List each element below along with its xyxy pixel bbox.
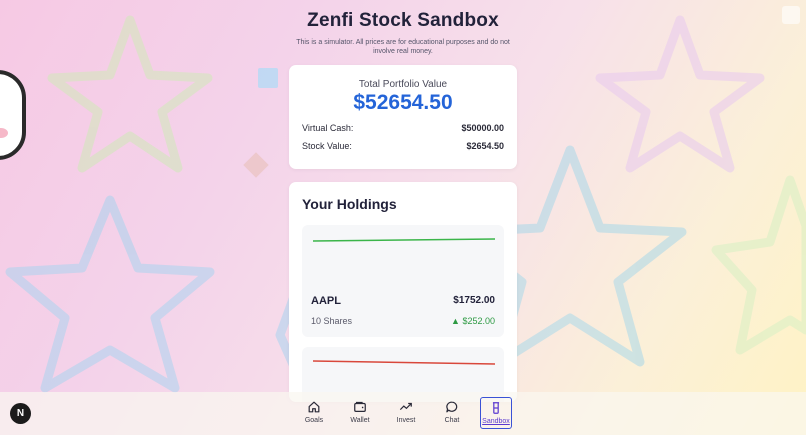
disclaimer-text: This is a simulator. All prices are for … bbox=[296, 39, 510, 55]
panda-mascot bbox=[0, 70, 26, 160]
virtual-cash-label: Virtual Cash: bbox=[302, 123, 354, 133]
nav-sandbox-label: Sandbox bbox=[482, 418, 510, 425]
nav-invest-label: Invest bbox=[396, 417, 416, 424]
stock-value-label: Stock Value: bbox=[302, 141, 352, 151]
home-icon bbox=[308, 401, 320, 413]
total-portfolio-label: Total Portfolio Value bbox=[358, 79, 448, 90]
wallet-icon bbox=[354, 401, 366, 412]
nav-goals-label: Goals bbox=[304, 417, 324, 424]
holdings-title: Your Holdings bbox=[302, 196, 397, 212]
page-header: Zenfi Stock Sandbox This is a simulator.… bbox=[0, 10, 806, 56]
chat-bubble-icon bbox=[446, 401, 458, 413]
virtual-cash-row: Virtual Cash: $50000.00 bbox=[302, 123, 504, 133]
trend-icon bbox=[399, 402, 412, 411]
bottom-nav: N Goals Wallet Invest Chat Sandbox bbox=[0, 392, 806, 435]
nav-chat[interactable]: Chat bbox=[429, 397, 475, 429]
page-title: Zenfi Stock Sandbox bbox=[307, 10, 499, 31]
holding-item-aapl[interactable]: AAPL $1752.00 10 Shares ▲ $252.00 bbox=[302, 225, 504, 337]
nav-goals[interactable]: Goals bbox=[291, 397, 337, 429]
nav-wallet[interactable]: Wallet bbox=[337, 397, 383, 429]
nav-invest[interactable]: Invest bbox=[383, 397, 429, 429]
holding-2-sparkline bbox=[312, 360, 496, 365]
nav-chat-label: Chat bbox=[444, 417, 460, 424]
total-portfolio-value: $52654.50 bbox=[353, 91, 453, 114]
next-logo-badge[interactable]: N bbox=[10, 403, 31, 424]
portfolio-summary-card: Total Portfolio Value $52654.50 Virtual … bbox=[289, 65, 517, 169]
stock-value-row: Stock Value: $2654.50 bbox=[302, 141, 504, 151]
aapl-sparkline bbox=[312, 238, 496, 242]
holding-change: ▲ $252.00 bbox=[451, 316, 495, 326]
holdings-card: Your Holdings AAPL $1752.00 10 Shares ▲ … bbox=[289, 182, 517, 402]
stock-value-value: $2654.50 bbox=[466, 141, 504, 151]
holding-symbol: AAPL bbox=[311, 295, 341, 307]
beaker-icon bbox=[492, 402, 500, 414]
virtual-cash-value: $50000.00 bbox=[461, 123, 504, 133]
nav-wallet-label: Wallet bbox=[350, 417, 370, 424]
holding-value: $1752.00 bbox=[453, 295, 495, 306]
nav-sandbox[interactable]: Sandbox bbox=[480, 397, 512, 429]
holding-shares: 10 Shares bbox=[311, 316, 353, 326]
